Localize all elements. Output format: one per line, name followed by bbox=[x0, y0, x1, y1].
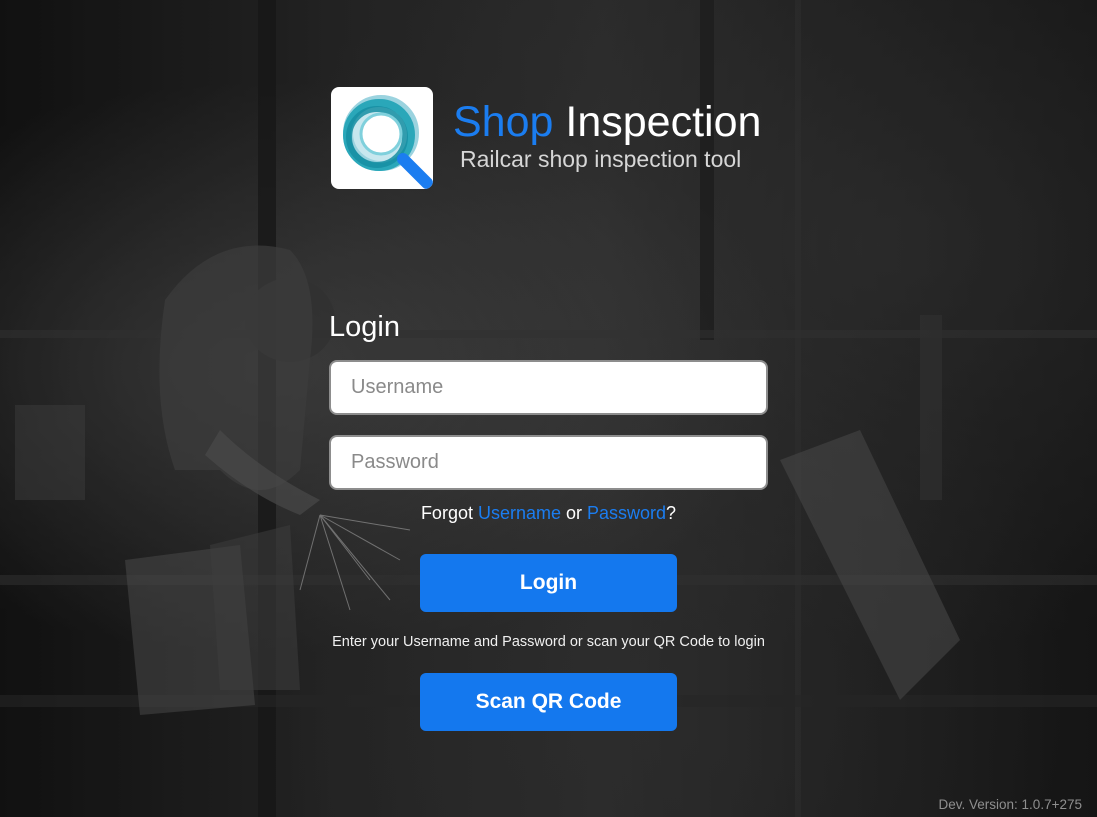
forgot-username-link[interactable]: Username bbox=[478, 503, 561, 523]
forgot-prefix: Forgot bbox=[420, 503, 478, 523]
app-logo bbox=[331, 87, 433, 189]
magnifier-q-icon bbox=[343, 95, 433, 189]
scan-qr-button[interactable]: Scan QR Code bbox=[420, 673, 677, 731]
app-tagline: Railcar shop inspection tool bbox=[460, 146, 742, 172]
app-title-first: Shop bbox=[453, 98, 554, 146]
forgot-suffix: ? bbox=[666, 503, 677, 523]
app-title: Shop Inspection bbox=[453, 97, 761, 147]
password-field[interactable] bbox=[329, 435, 768, 490]
forgot-password-link[interactable]: Password bbox=[587, 503, 666, 523]
login-button[interactable]: Login bbox=[420, 554, 677, 612]
login-heading: Login bbox=[329, 311, 400, 343]
forgot-or: or bbox=[561, 503, 588, 523]
app-title-second: Inspection bbox=[565, 98, 762, 146]
forgot-credentials-text: Forgot Username or Password? bbox=[0, 503, 1097, 524]
version-label: Dev. Version: 1.0.7+275 bbox=[938, 797, 1082, 812]
username-field[interactable] bbox=[329, 360, 768, 415]
login-hint: Enter your Username and Password or scan… bbox=[332, 634, 765, 650]
